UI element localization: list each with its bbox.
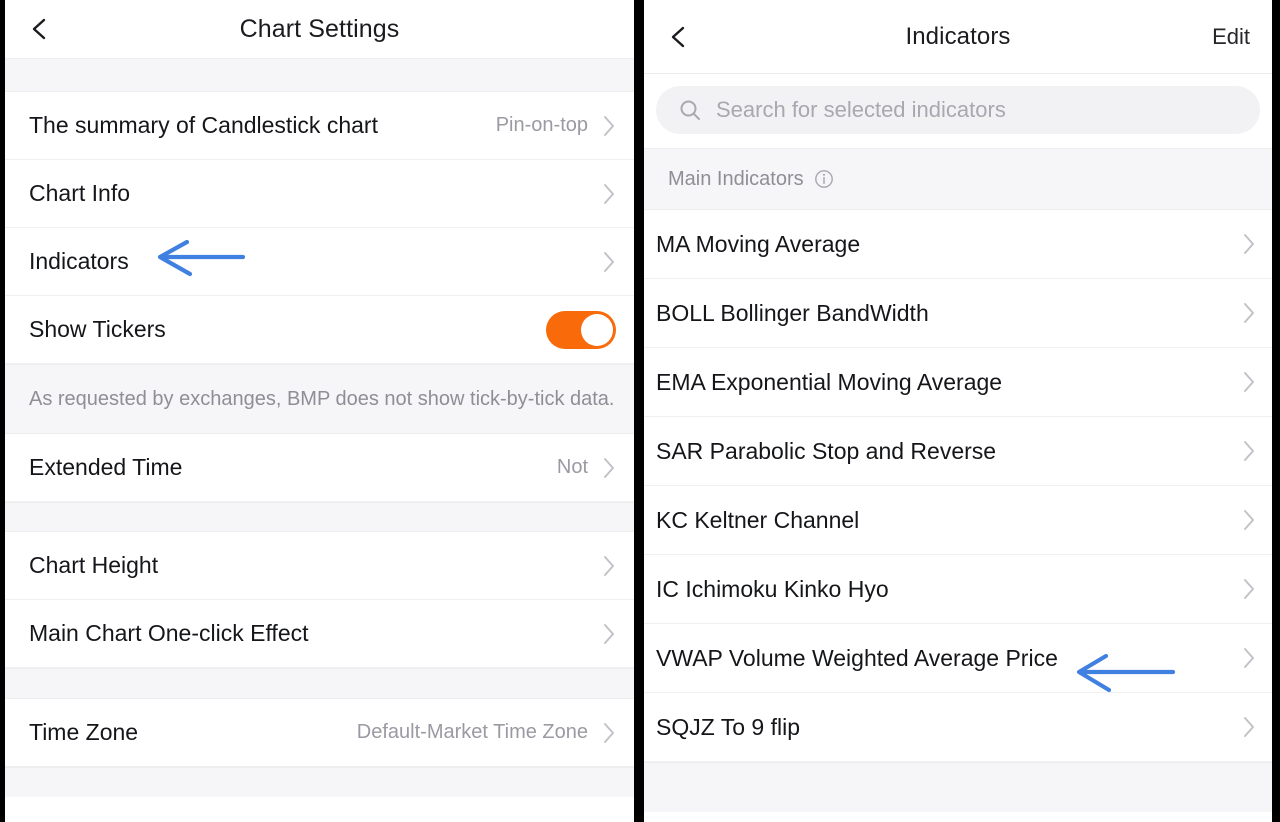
indicator-row-sqjz[interactable]: SQJZ To 9 flip xyxy=(644,693,1272,762)
row-label: Chart Info xyxy=(29,180,130,206)
section-header-main-indicators: Main Indicators xyxy=(644,148,1272,210)
panel-bottom-filler xyxy=(5,797,634,822)
chevron-right-icon xyxy=(602,622,616,646)
indicator-label: BOLL Bollinger BandWidth xyxy=(656,299,929,326)
row-chart-info[interactable]: Chart Info xyxy=(5,160,634,228)
row-label: Show Tickers xyxy=(29,316,166,342)
chevron-right-icon xyxy=(1242,508,1256,532)
indicator-row-ma[interactable]: MA Moving Average xyxy=(644,210,1272,279)
section-gap xyxy=(5,668,634,699)
show-tickers-toggle[interactable] xyxy=(546,310,616,349)
page-title: Indicators xyxy=(905,22,1011,50)
indicator-label: MA Moving Average xyxy=(656,230,861,257)
row-label: Main Chart One-click Effect xyxy=(29,620,309,646)
section-gap xyxy=(5,502,634,532)
indicator-row-sar[interactable]: SAR Parabolic Stop and Reverse xyxy=(644,417,1272,486)
chevron-right-icon xyxy=(1242,646,1256,670)
chevron-right-icon xyxy=(1242,370,1256,394)
chevron-right-icon xyxy=(602,721,616,745)
row-label: Time Zone xyxy=(29,719,139,745)
info-circle-icon[interactable] xyxy=(814,169,834,189)
chevron-right-icon xyxy=(602,182,616,206)
row-value: Not xyxy=(556,456,588,478)
row-summary-of-candlestick-chart[interactable]: The summary of Candlestick chart Pin-on-… xyxy=(5,92,634,160)
back-chevron-icon[interactable] xyxy=(27,16,53,42)
chevron-right-icon xyxy=(1242,577,1256,601)
indicator-row-boll[interactable]: BOLL Bollinger BandWidth xyxy=(644,279,1272,348)
row-chart-height[interactable]: Chart Height xyxy=(5,532,634,600)
section-gap xyxy=(5,767,634,797)
row-main-chart-one-click-effect[interactable]: Main Chart One-click Effect xyxy=(5,600,634,668)
screenshot-root: Chart Settings The summary of Candlestic… xyxy=(0,0,1280,822)
row-extended-time[interactable]: Extended Time Not xyxy=(5,434,634,502)
chevron-right-icon xyxy=(602,554,616,578)
indicator-label: SAR Parabolic Stop and Reverse xyxy=(656,437,997,464)
chevron-right-icon xyxy=(1242,232,1256,256)
page-title: Chart Settings xyxy=(239,14,400,43)
search-input[interactable]: Search for selected indicators xyxy=(656,86,1260,134)
indicators-header: Indicators Edit xyxy=(644,0,1272,74)
back-chevron-icon[interactable] xyxy=(666,24,692,50)
row-label: Extended Time xyxy=(29,454,183,480)
row-label: The summary of Candlestick chart xyxy=(29,112,378,138)
chevron-right-icon xyxy=(602,114,616,138)
indicator-row-vwap[interactable]: VWAP Volume Weighted Average Price xyxy=(644,624,1272,693)
section-gap xyxy=(5,58,634,92)
tick-data-disclaimer: As requested by exchanges, BMP does not … xyxy=(5,364,634,434)
chevron-right-icon xyxy=(602,456,616,480)
indicators-panel: Indicators Edit Search for selected indi… xyxy=(644,0,1272,822)
chart-settings-header: Chart Settings xyxy=(5,0,634,58)
toggle-knob xyxy=(581,313,613,346)
indicator-label: VWAP Volume Weighted Average Price xyxy=(656,644,1058,671)
chevron-right-icon xyxy=(1242,301,1256,325)
search-icon xyxy=(678,98,702,122)
indicator-label: SQJZ To 9 flip xyxy=(656,713,801,740)
indicator-label: IC Ichimoku Kinko Hyo xyxy=(656,575,889,602)
row-value: Pin-on-top xyxy=(495,114,588,136)
row-label: Indicators xyxy=(29,248,129,274)
row-value: Default-Market Time Zone xyxy=(356,721,588,743)
indicator-label: KC Keltner Channel xyxy=(656,506,860,533)
indicator-row-kc[interactable]: KC Keltner Channel xyxy=(644,486,1272,555)
indicator-row-ema[interactable]: EMA Exponential Moving Average xyxy=(644,348,1272,417)
chevron-right-icon xyxy=(1242,715,1256,739)
search-placeholder: Search for selected indicators xyxy=(716,97,1006,122)
section-header-label: Main Indicators xyxy=(668,167,804,190)
row-time-zone[interactable]: Time Zone Default-Market Time Zone xyxy=(5,699,634,767)
panel-bottom-filler xyxy=(644,762,1272,812)
chevron-right-icon xyxy=(1242,439,1256,463)
indicator-row-ic[interactable]: IC Ichimoku Kinko Hyo xyxy=(644,555,1272,624)
indicator-label: EMA Exponential Moving Average xyxy=(656,368,1003,395)
panel-divider xyxy=(634,0,644,822)
disclaimer-text: As requested by exchanges, BMP does not … xyxy=(29,387,615,410)
row-label: Chart Height xyxy=(29,552,159,578)
chart-settings-panel: Chart Settings The summary of Candlestic… xyxy=(5,0,634,822)
row-indicators[interactable]: Indicators xyxy=(5,228,634,296)
edit-button[interactable]: Edit xyxy=(1212,24,1250,50)
chevron-right-icon xyxy=(602,250,616,274)
row-show-tickers[interactable]: Show Tickers xyxy=(5,296,634,364)
search-container: Search for selected indicators xyxy=(644,74,1272,148)
